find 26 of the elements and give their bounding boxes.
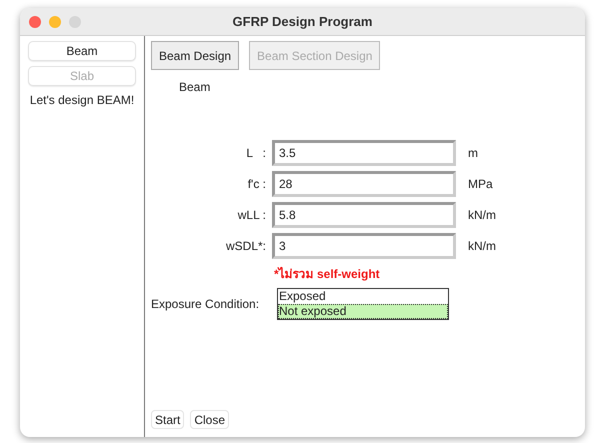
- exposure-listbox[interactable]: Exposed Not exposed: [277, 288, 449, 320]
- unit-label: kN/m: [468, 208, 496, 222]
- section-label: Beam: [179, 80, 212, 94]
- input-field[interactable]: 3.5: [272, 140, 456, 166]
- action-button[interactable]: Start: [151, 410, 184, 429]
- note-text: *ไม่รวม self-weight: [274, 266, 380, 283]
- input-field[interactable]: 3: [272, 233, 456, 259]
- unit-label: MPa: [468, 177, 493, 191]
- list-option[interactable]: Not exposed: [278, 304, 448, 319]
- unit-label: kN/m: [468, 239, 496, 253]
- window-title: GFRP Design Program: [232, 14, 372, 29]
- exposure-label: Exposure Condition:: [151, 297, 260, 311]
- sidebar-message: Let's design BEAM!: [30, 93, 134, 107]
- sidebar-button[interactable]: Beam: [28, 41, 136, 61]
- list-option[interactable]: Exposed: [278, 289, 448, 304]
- field-label: L :: [245, 146, 266, 160]
- input-field[interactable]: 5.8: [272, 202, 456, 228]
- field-label: wSDL*:: [224, 239, 266, 253]
- minimize-window-button[interactable]: [49, 16, 61, 28]
- close-window-button[interactable]: [29, 16, 41, 28]
- field-label: f'c :: [246, 177, 266, 191]
- input-field[interactable]: 28: [272, 171, 456, 197]
- tab[interactable]: Beam Design: [151, 41, 240, 70]
- action-button[interactable]: Close: [190, 410, 230, 429]
- unit-label: m: [468, 146, 478, 160]
- field-label: wLL :: [236, 208, 266, 222]
